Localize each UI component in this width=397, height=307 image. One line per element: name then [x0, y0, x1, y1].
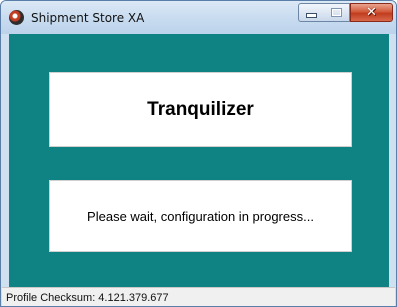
close-button[interactable]: ✕ — [350, 3, 393, 22]
app-icon[interactable] — [9, 10, 24, 25]
close-icon: ✕ — [366, 5, 377, 20]
app-name-heading: Tranquilizer — [147, 98, 254, 120]
status-message: Please wait, configuration in progress..… — [87, 208, 314, 224]
application-window: Shipment Store XA ✕ Tranquilizer Please … — [0, 0, 397, 307]
status-bar: Profile Checksum: 4.121.379.677 — [2, 287, 395, 306]
status-panel: Please wait, configuration in progress..… — [49, 180, 352, 252]
client-area: Tranquilizer Please wait, configuration … — [9, 34, 389, 287]
maximize-icon — [331, 8, 342, 17]
maximize-button[interactable] — [324, 3, 350, 22]
window-title: Shipment Store XA — [31, 11, 145, 25]
app-name-panel: Tranquilizer — [49, 72, 352, 147]
profile-checksum-text: Profile Checksum: 4.121.379.677 — [6, 292, 169, 304]
minimize-icon — [306, 13, 317, 18]
minimize-button[interactable] — [298, 3, 325, 22]
title-bar[interactable]: Shipment Store XA ✕ — [1, 1, 396, 34]
